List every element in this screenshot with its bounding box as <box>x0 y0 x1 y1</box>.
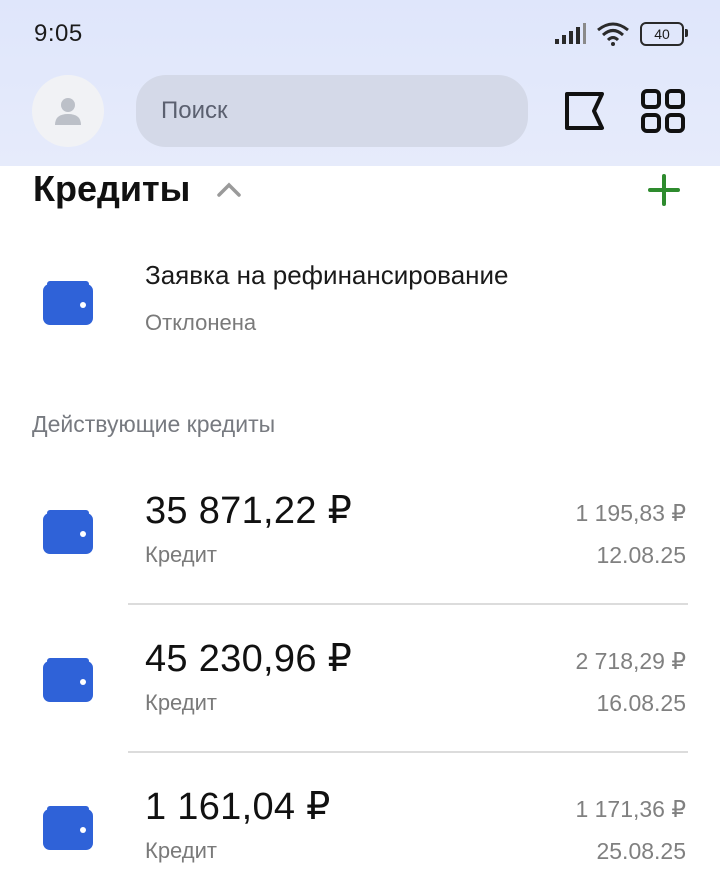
grid-icon[interactable] <box>640 88 686 134</box>
loan-type: Кредит <box>145 838 218 863</box>
loan-type: Кредит <box>145 690 218 715</box>
loan-type: Кредит <box>145 542 218 567</box>
wallet-icon <box>43 510 93 554</box>
status-icons: 40 <box>554 22 688 46</box>
wallet-icon <box>43 806 93 850</box>
divider <box>128 603 688 605</box>
loan-amount: 35 871,22 ₽ <box>145 490 353 532</box>
status-time: 9:05 <box>34 20 83 47</box>
loan-payment: 1 171,36 ₽ <box>575 796 686 822</box>
plus-icon[interactable] <box>648 174 680 206</box>
loan-amount: 45 230,96 ₽ <box>145 638 353 680</box>
person-icon <box>55 98 81 125</box>
flag-icon[interactable] <box>562 88 608 134</box>
battery-icon: 40 <box>640 22 688 46</box>
battery-level: 40 <box>654 26 670 42</box>
chevron-up-icon[interactable] <box>216 180 242 198</box>
wifi-icon <box>597 22 629 46</box>
search-input[interactable]: Поиск <box>136 75 528 147</box>
signal-icon <box>555 23 586 44</box>
application-status: Отклонена <box>145 310 257 335</box>
app-header: 9:05 40 Поиск <box>0 0 720 166</box>
wallet-icon <box>43 658 93 702</box>
loan-payment: 2 718,29 ₽ <box>575 648 686 674</box>
search-placeholder: Поиск <box>161 97 228 124</box>
application-title: Заявка на рефинансирование <box>145 260 509 290</box>
active-credits-label: Действующие кредиты <box>32 411 276 437</box>
divider <box>128 751 688 753</box>
loan-date: 25.08.25 <box>596 838 686 864</box>
section-title[interactable]: Кредиты <box>33 168 190 210</box>
loan-date: 16.08.25 <box>596 690 686 716</box>
loan-amount: 1 161,04 ₽ <box>145 786 331 828</box>
loan-payment: 1 195,83 ₽ <box>575 500 686 526</box>
loan-date: 12.08.25 <box>596 542 686 568</box>
wallet-icon <box>43 281 93 325</box>
avatar[interactable] <box>32 75 104 147</box>
